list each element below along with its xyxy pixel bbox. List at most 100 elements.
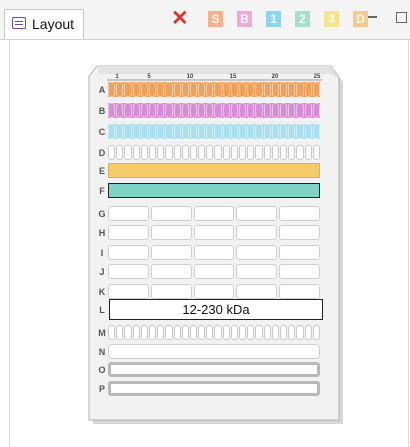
lane-segment[interactable] — [193, 264, 235, 279]
lane-segment[interactable] — [150, 245, 192, 260]
well[interactable] — [263, 145, 271, 160]
well[interactable] — [230, 124, 238, 139]
well[interactable] — [263, 82, 271, 97]
well[interactable] — [181, 124, 189, 139]
well[interactable] — [312, 82, 320, 97]
lane-h[interactable] — [108, 225, 320, 240]
well[interactable] — [222, 325, 230, 340]
minimize-icon[interactable] — [368, 16, 377, 18]
well[interactable] — [271, 103, 279, 118]
well[interactable] — [198, 103, 206, 118]
lane-c[interactable] — [108, 124, 320, 139]
lane-segment[interactable] — [236, 264, 278, 279]
well[interactable] — [157, 103, 165, 118]
well[interactable] — [173, 82, 181, 97]
well[interactable] — [132, 103, 140, 118]
lane-segment[interactable] — [279, 225, 320, 240]
toolbar-chip-2[interactable]: 2 — [295, 11, 310, 27]
well[interactable] — [214, 145, 222, 160]
well[interactable] — [132, 124, 140, 139]
lane-segment[interactable] — [193, 225, 235, 240]
well[interactable] — [189, 82, 198, 97]
well[interactable] — [165, 103, 173, 118]
well[interactable] — [288, 145, 296, 160]
well[interactable] — [222, 103, 230, 118]
well[interactable] — [239, 145, 247, 160]
well[interactable] — [108, 103, 116, 118]
lane-d[interactable] — [108, 145, 320, 160]
well[interactable] — [148, 145, 157, 160]
lane-segment[interactable] — [236, 206, 278, 221]
lane-segment[interactable] — [108, 245, 149, 260]
tab-layout[interactable]: Layout — [4, 9, 84, 39]
lane-p[interactable] — [108, 381, 320, 396]
well[interactable] — [116, 145, 124, 160]
lane-segment[interactable] — [150, 264, 192, 279]
well[interactable] — [312, 124, 320, 139]
lane-e[interactable] — [108, 163, 320, 178]
toolbar-chip-b[interactable]: B — [237, 11, 252, 27]
well[interactable] — [124, 82, 132, 97]
well[interactable] — [239, 82, 247, 97]
well[interactable] — [173, 103, 181, 118]
well[interactable] — [206, 124, 214, 139]
well[interactable] — [165, 82, 173, 97]
well[interactable] — [255, 124, 263, 139]
well[interactable] — [222, 145, 230, 160]
lane-segment[interactable] — [108, 206, 149, 221]
well[interactable] — [206, 82, 214, 97]
well[interactable] — [198, 82, 206, 97]
well[interactable] — [304, 325, 312, 340]
well[interactable] — [132, 145, 140, 160]
lane-segment[interactable] — [108, 284, 149, 299]
well[interactable] — [255, 103, 263, 118]
lane-segment[interactable] — [193, 284, 235, 299]
toolbar-chip-s[interactable]: S — [208, 11, 223, 27]
well[interactable] — [116, 103, 124, 118]
toolbar-chip-3[interactable]: 3 — [324, 11, 339, 27]
well[interactable] — [124, 103, 132, 118]
well[interactable] — [189, 145, 198, 160]
lane-n[interactable] — [108, 344, 320, 359]
lane-segment[interactable] — [279, 284, 320, 299]
well[interactable] — [206, 325, 214, 340]
well[interactable] — [296, 82, 304, 97]
lane-k[interactable] — [108, 284, 320, 299]
well[interactable] — [279, 124, 288, 139]
well[interactable] — [239, 103, 247, 118]
lane-a[interactable] — [108, 82, 320, 97]
well[interactable] — [214, 82, 222, 97]
well[interactable] — [181, 145, 189, 160]
well[interactable] — [132, 325, 140, 340]
well[interactable] — [140, 145, 148, 160]
well[interactable] — [230, 145, 238, 160]
well[interactable] — [247, 325, 255, 340]
well[interactable] — [247, 82, 255, 97]
well[interactable] — [132, 82, 140, 97]
lane-segment[interactable] — [279, 206, 320, 221]
lane-i[interactable] — [108, 245, 320, 260]
well[interactable] — [296, 103, 304, 118]
lane-segment[interactable] — [236, 225, 278, 240]
lane-segment[interactable] — [236, 245, 278, 260]
well[interactable] — [279, 325, 288, 340]
well[interactable] — [148, 82, 157, 97]
well[interactable] — [157, 145, 165, 160]
well[interactable] — [206, 145, 214, 160]
well[interactable] — [230, 82, 238, 97]
well[interactable] — [108, 124, 116, 139]
well[interactable] — [173, 325, 181, 340]
well[interactable] — [230, 103, 238, 118]
well[interactable] — [157, 325, 165, 340]
well[interactable] — [165, 325, 173, 340]
well[interactable] — [255, 145, 263, 160]
well[interactable] — [279, 82, 288, 97]
well[interactable] — [173, 124, 181, 139]
lane-segment[interactable] — [108, 264, 149, 279]
lane-b[interactable] — [108, 103, 320, 118]
toolbar-chip-1[interactable]: 1 — [266, 11, 281, 27]
well[interactable] — [279, 145, 288, 160]
well[interactable] — [165, 124, 173, 139]
lane-segment[interactable] — [193, 245, 235, 260]
well[interactable] — [189, 124, 198, 139]
